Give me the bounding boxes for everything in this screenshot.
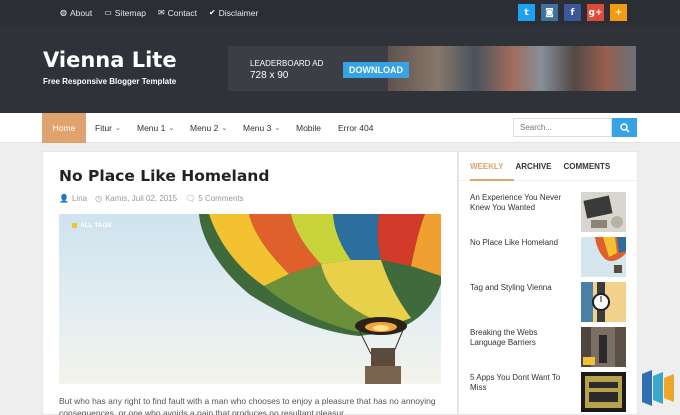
ad-background-image <box>388 46 636 91</box>
nav-label: Home <box>52 123 76 133</box>
comments-count: 5 Comments <box>198 194 244 203</box>
sidebar-post-thumbnail[interactable] <box>581 282 626 322</box>
folder-icon: ▭ <box>104 8 112 17</box>
active-tab-indicator <box>470 179 514 181</box>
sitemap-link[interactable]: ▭ Sitemap <box>104 8 146 18</box>
about-label: About <box>69 7 93 18</box>
apps-graphic-image <box>581 372 626 412</box>
google-plus-icon[interactable]: g+ <box>587 4 604 21</box>
post-author[interactable]: 👤 Lina <box>59 194 87 203</box>
nav-item-fitur[interactable]: Fitur ⌄ <box>95 113 121 143</box>
nav-item-mobile[interactable]: Mobile <box>296 113 321 143</box>
tag-label: ALL TAGS <box>80 222 112 229</box>
clock-icon: ◷ <box>95 194 103 203</box>
download-button[interactable]: DOWNLOAD <box>343 62 409 78</box>
instagram-icon[interactable]: ◙ <box>541 4 558 21</box>
nav-item-menu-3[interactable]: Menu 3 ⌄ <box>243 113 280 143</box>
site-title[interactable]: Vienna Lite <box>43 48 177 72</box>
nav-label: Mobile <box>296 123 322 133</box>
nav-label: Menu 1 <box>137 123 166 133</box>
facebook-icon[interactable]: f <box>564 4 581 21</box>
nav-label: Menu 2 <box>190 123 219 133</box>
sidebar-post-thumbnail[interactable] <box>581 192 626 232</box>
twitter-glyph: t <box>524 7 529 18</box>
post-comments[interactable]: 🗨 5 Comments <box>185 194 244 203</box>
sidebar-post-link[interactable]: An Experience You Never Knew You Wanted <box>470 193 570 213</box>
leaderboard-ad[interactable]: LEADERBOARD AD 728 x 90 DOWNLOAD <box>228 46 636 91</box>
tag-icon <box>72 223 77 228</box>
site-header: Vienna Lite Free Responsive Blogger Temp… <box>0 25 680 113</box>
disclaimer-label: Disclaimer <box>218 7 259 18</box>
tab-comments[interactable]: COMMENTS <box>564 162 611 181</box>
instagram-glyph: ◙ <box>545 7 554 18</box>
about-link[interactable]: ◍ About <box>60 8 92 18</box>
ad-title: LEADERBOARD AD <box>250 59 324 68</box>
post-image[interactable] <box>59 214 441 384</box>
sidebar-post-thumbnail[interactable] <box>581 372 626 412</box>
facebook-glyph: f <box>570 7 575 18</box>
post-date: ◷ Kamis, Juli 02, 2015 <box>95 194 177 203</box>
contact-link[interactable]: ✉ Contact <box>158 8 197 18</box>
search-button[interactable] <box>612 118 637 137</box>
globe-icon: ◍ <box>60 8 67 17</box>
contact-label: Contact <box>167 7 197 18</box>
top-bar: ◍ About ▭ Sitemap ✉ Contact ✔ Disclaimer t ◙… <box>0 0 680 25</box>
tab-archive[interactable]: ARCHIVE <box>516 162 552 181</box>
ad-size: 728 x 90 <box>250 70 289 81</box>
user-icon: 👤 <box>59 194 69 203</box>
comments-icon: 🗨 <box>185 194 196 203</box>
sitemap-label: Sitemap <box>114 7 146 18</box>
search-input[interactable] <box>513 118 612 137</box>
post-excerpt: But who has any right to find fault with… <box>59 396 436 415</box>
search-icon <box>619 122 630 133</box>
chevron-down-icon: ⌄ <box>274 125 281 132</box>
chevron-down-icon: ⌄ <box>168 125 175 132</box>
nav-item-menu-2[interactable]: Menu 2 ⌄ <box>190 113 227 143</box>
social-icons: t ◙ f g+ + <box>512 4 627 21</box>
date-text: Kamis, Juli 02, 2015 <box>105 194 178 203</box>
site-tagline: Free Responsive Blogger Template <box>43 77 177 86</box>
brand-logo-icon <box>642 370 674 406</box>
nav-label: Error 404 <box>338 123 374 133</box>
chevron-down-icon: ⌄ <box>221 125 228 132</box>
google-plus-glyph: g+ <box>588 7 603 18</box>
plus-icon[interactable]: + <box>610 4 627 21</box>
nav-label: Fitur <box>95 123 112 133</box>
sidebar-post-link[interactable]: 5 Apps You Dont Want To Miss <box>470 373 570 393</box>
sidebar-post-thumbnail[interactable] <box>581 327 626 367</box>
nav-item-error-404[interactable]: Error 404 <box>338 113 373 143</box>
sidebar-post-link[interactable]: Breaking the Webs Language Barriers <box>470 328 570 348</box>
disclaimer-link[interactable]: ✔ Disclaimer <box>209 8 258 18</box>
sidebar-post-link[interactable]: No Place Like Homeland <box>470 238 570 248</box>
twitter-icon[interactable]: t <box>518 4 535 21</box>
post-tag-badge[interactable]: ALL TAGS <box>72 222 112 229</box>
sidebar-post-thumbnail[interactable] <box>581 237 626 277</box>
city-street-image <box>581 327 626 367</box>
envelope-icon: ✉ <box>157 8 165 17</box>
watch-image <box>581 282 626 322</box>
nav-label: Menu 3 <box>243 123 272 133</box>
balloon-thumbnail-image <box>581 237 626 277</box>
nav-item-home[interactable]: Home <box>42 113 86 143</box>
plus-glyph: + <box>614 7 623 18</box>
check-circle-icon: ✔ <box>208 8 216 17</box>
sidebar-post-link[interactable]: Tag and Styling Vienna <box>470 283 570 293</box>
post-meta: 👤 Lina ◷ Kamis, Juli 02, 2015 🗨 5 Comments <box>59 194 252 203</box>
post-title[interactable]: No Place Like Homeland <box>59 167 269 185</box>
corner-logo <box>640 368 680 408</box>
nav-item-menu-1[interactable]: Menu 1 ⌄ <box>137 113 174 143</box>
laptop-desk-image <box>581 192 626 232</box>
hot-air-balloon-image <box>59 214 441 384</box>
top-links: ◍ About ▭ Sitemap ✉ Contact ✔ Disclaimer <box>60 0 270 25</box>
chevron-down-icon: ⌄ <box>115 125 121 132</box>
author-name: Lina <box>71 194 88 203</box>
